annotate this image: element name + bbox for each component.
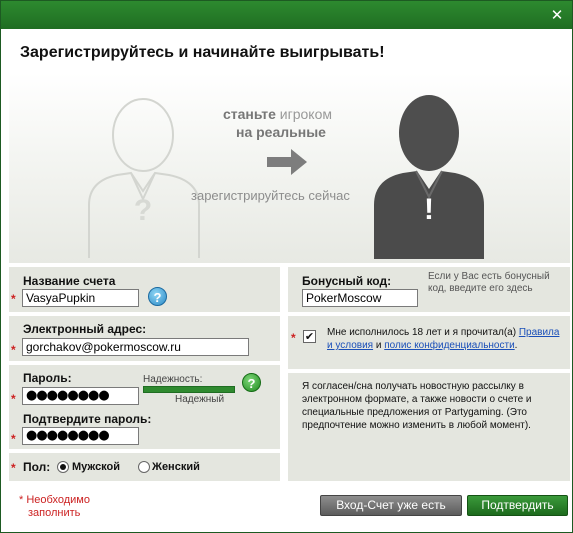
question-mark-icon: ?: [134, 194, 152, 227]
page-title: Зарегистрируйтесь и начинайте выигрывать…: [20, 44, 385, 61]
terms-panel: * ✔ Мне исполнилось 18 лет и я прочитал(…: [288, 316, 570, 369]
password-help-icon[interactable]: ?: [242, 373, 261, 392]
gender-male-label[interactable]: Мужской: [72, 461, 120, 473]
confirm-password-input[interactable]: ●●●●●●●●: [22, 427, 139, 445]
required-mark: *: [11, 292, 16, 306]
bonus-hint: Если у Вас есть бонусный код, введите ег…: [428, 271, 550, 294]
hero-slogan-line1: станьте игроком: [223, 106, 332, 122]
terms-period: .: [514, 340, 518, 351]
gender-panel: * Пол: Мужской Женский: [9, 453, 280, 481]
account-panel: Название счета * VasyaPupkin ?: [9, 267, 280, 312]
bonus-label: Бонусный код:: [302, 274, 392, 288]
account-label: Название счета: [23, 274, 116, 288]
newsletter-text: Я согласен/сна получать новостную рассыл…: [302, 381, 532, 431]
registration-dialog: ✕ Зарегистрируйтесь и начинайте выигрыва…: [0, 0, 573, 533]
strength-label: Надежность:: [143, 374, 203, 385]
gender-label: Пол:: [23, 460, 51, 474]
hero-slogan-word-bold: станьте: [223, 106, 276, 122]
required-footnote: * Необходимо заполнить: [19, 494, 90, 520]
password-input[interactable]: ●●●●●●●●: [22, 387, 139, 405]
password-label: Пароль:: [23, 371, 72, 385]
hero-slogan-line3: зарегистрируйтесь сейчас: [191, 188, 350, 203]
confirm-button[interactable]: Подтвердить: [467, 495, 568, 516]
footnote-line1: Необходимо: [26, 494, 90, 506]
email-input[interactable]: gorchakov@pokermoscow.ru: [22, 338, 249, 356]
gender-female-label[interactable]: Женский: [152, 461, 200, 473]
terms-text-and: и: [375, 340, 382, 351]
gender-female-radio[interactable]: [138, 461, 150, 473]
terms-checkbox[interactable]: ✔: [303, 330, 316, 343]
terms-text: Мне исполнилось 18 лет и я прочитал(а) П…: [327, 326, 567, 352]
required-mark: *: [11, 461, 16, 475]
required-mark: *: [11, 392, 16, 406]
hero-slogan-word-light: игроком: [279, 106, 332, 122]
login-existing-account-button[interactable]: Вход-Счет уже есть: [320, 495, 462, 516]
newsletter-panel: Я согласен/сна получать новостную рассыл…: [288, 373, 570, 481]
bonus-code-input[interactable]: PokerMoscow: [302, 289, 418, 307]
exclamation-mark-icon: !: [424, 193, 434, 226]
title-bar[interactable]: ✕: [1, 1, 572, 29]
email-panel: Электронный адрес: * gorchakov@pokermosc…: [9, 316, 280, 361]
hero-banner: ? ! станьте игроком на реальные зарегист…: [9, 73, 570, 263]
required-mark: *: [11, 343, 16, 357]
strength-value: Надежный: [175, 394, 225, 405]
footnote-line2: заполнить: [28, 507, 81, 519]
guest-silhouette-icon: [88, 98, 200, 258]
email-label: Электронный адрес:: [23, 322, 147, 336]
password-strength-bar: [143, 386, 235, 393]
required-mark: *: [291, 331, 296, 345]
password-panel: Пароль: * ●●●●●●●● Надежность: Надежный …: [9, 365, 280, 449]
arrow-right-icon: [267, 149, 307, 175]
account-help-icon[interactable]: ?: [148, 287, 167, 306]
gender-male-radio[interactable]: [57, 461, 69, 473]
account-name-input[interactable]: VasyaPupkin: [22, 289, 139, 307]
privacy-policy-link[interactable]: полис конфиденциальности: [384, 340, 514, 351]
close-icon[interactable]: ✕: [548, 6, 566, 24]
bonus-panel: Бонусный код: PokerMoscow Если у Вас ест…: [288, 267, 570, 312]
terms-text-before: Мне исполнилось 18 лет и я прочитал(а): [327, 327, 517, 338]
player-silhouette-icon: [374, 95, 484, 259]
confirm-password-label: Подтвердите пароль:: [23, 412, 152, 426]
required-mark: *: [11, 432, 16, 446]
hero-illustration: ? !: [88, 95, 484, 259]
hero-slogan-line2: на реальные: [236, 124, 326, 140]
required-mark: *: [19, 494, 24, 506]
